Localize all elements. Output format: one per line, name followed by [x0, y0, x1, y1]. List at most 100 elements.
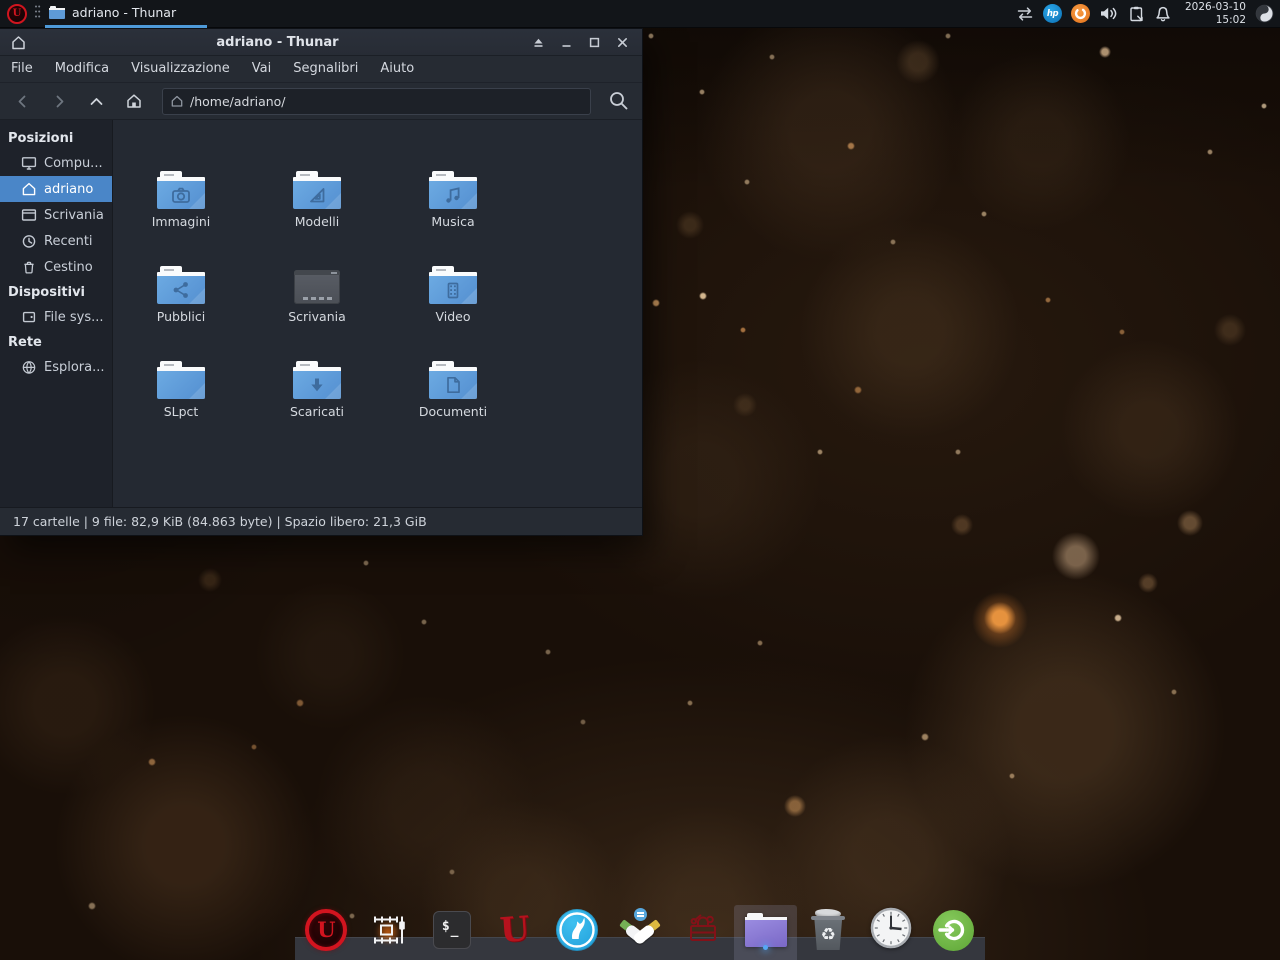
dock-item-handshake-app[interactable]: [609, 905, 672, 960]
sidebar-item-scrivania[interactable]: Scrivania: [0, 202, 112, 228]
panel-time: 15:02: [1185, 14, 1246, 26]
dock-item-launcher[interactable]: U: [295, 905, 358, 960]
menu-vai[interactable]: Vai: [241, 56, 282, 82]
distro-logo-letter: U: [13, 9, 22, 19]
swap-arrows-icon[interactable]: [1016, 6, 1034, 22]
folder-templates-icon: [293, 171, 341, 209]
sidebar-item-computer[interactable]: Compu...: [0, 150, 112, 176]
home-button[interactable]: [115, 87, 152, 116]
sidebar-header-network: Rete: [0, 330, 112, 354]
file-item-scrivania[interactable]: Scrivania: [257, 229, 377, 324]
distro-menu-button[interactable]: U: [7, 4, 27, 24]
dock-item-terminal[interactable]: $_: [420, 905, 483, 960]
update-notifier-icon[interactable]: [1071, 4, 1090, 23]
statusbar: 17 cartelle | 9 file: 82,9 KiB (84.863 b…: [0, 507, 642, 535]
dock-item-uget[interactable]: U: [483, 905, 546, 960]
file-item-musica[interactable]: Musica: [393, 134, 513, 229]
titlebar[interactable]: adriano - Thunar: [0, 29, 642, 56]
clipboard-manager-icon[interactable]: [1127, 5, 1145, 23]
back-button[interactable]: [4, 87, 41, 116]
taskbar-window-button[interactable]: adriano - Thunar: [45, 0, 207, 28]
file-item-documenti[interactable]: Documenti: [393, 324, 513, 419]
home-icon: [21, 181, 37, 197]
dock-item-panel-preferences[interactable]: [358, 905, 421, 960]
sidebar-item-adriano[interactable]: adriano: [0, 176, 112, 202]
file-manager-folder-icon: [745, 913, 787, 947]
path-home-icon: [170, 94, 184, 108]
sidebar-label: Compu...: [44, 156, 103, 171]
recent-clock-icon: [21, 233, 37, 249]
file-item-scaricati[interactable]: Scaricati: [257, 324, 377, 419]
share-emblem-icon: [157, 275, 205, 304]
close-button[interactable]: [608, 30, 636, 54]
launcher-letter: U: [317, 919, 335, 940]
path-input[interactable]: [190, 94, 583, 109]
sidebar-header-devices: Dispositivi: [0, 280, 112, 304]
panel-clock[interactable]: 2026-03-10 15:02: [1185, 1, 1246, 26]
terminal-prompt: $: [442, 919, 450, 934]
thunar-window: adriano - Thunar File Modifica Visualizz…: [0, 28, 643, 536]
taskbar-window-title: adriano - Thunar: [72, 5, 176, 20]
file-item-pubblici[interactable]: Pubblici: [121, 229, 241, 324]
menu-file[interactable]: File: [0, 56, 44, 82]
file-label: Musica: [431, 214, 474, 229]
analog-clock-icon: [869, 906, 913, 954]
dock-item-file-manager[interactable]: [734, 905, 797, 960]
document-emblem-icon: [429, 370, 477, 399]
search-button[interactable]: [600, 86, 638, 116]
menu-visualizzazione[interactable]: Visualizzazione: [120, 56, 241, 82]
maximize-button[interactable]: [580, 30, 608, 54]
sidebar-item-network[interactable]: Esplora...: [0, 354, 112, 380]
notifications-bell-icon[interactable]: [1154, 5, 1172, 23]
sidebar-item-cestino[interactable]: Cestino: [0, 254, 112, 280]
minimize-button[interactable]: [552, 30, 580, 54]
file-label: Pubblici: [157, 309, 205, 324]
dock-item-toolbox-app[interactable]: [671, 905, 734, 960]
dock: U $_: [295, 905, 985, 960]
system-tray: hp: [1016, 1, 1274, 26]
up-button[interactable]: [78, 87, 115, 116]
template-emblem-icon: [293, 180, 341, 209]
panel-handle-icon[interactable]: [34, 4, 41, 23]
path-bar[interactable]: [162, 88, 591, 115]
file-item-modelli[interactable]: Modelli: [257, 134, 377, 229]
recycle-glyph: ♻: [821, 927, 836, 944]
camera-emblem-icon: [157, 180, 205, 209]
file-item-video[interactable]: Video: [393, 229, 513, 324]
file-label: Modelli: [295, 214, 339, 229]
folder-public-icon: [157, 266, 205, 304]
file-item-immagini[interactable]: Immagini: [121, 134, 241, 229]
launcher-ring-icon: U: [305, 909, 347, 951]
menu-modifica[interactable]: Modifica: [44, 56, 120, 82]
volume-icon[interactable]: [1099, 5, 1118, 22]
file-label: Scaricati: [290, 404, 344, 419]
sidebar-item-recenti[interactable]: Recenti: [0, 228, 112, 254]
sidebar-label: Scrivania: [44, 208, 104, 223]
window-home-icon[interactable]: [10, 34, 27, 51]
menu-segnalibri[interactable]: Segnalibri: [282, 56, 369, 82]
forward-button[interactable]: [41, 87, 78, 116]
file-label: Documenti: [419, 404, 487, 419]
folder-downloads-icon: [293, 361, 341, 399]
sidebar-item-filesystem[interactable]: File sys...: [0, 304, 112, 330]
hp-tray-icon[interactable]: hp: [1043, 4, 1062, 23]
logout-power-icon: [933, 910, 974, 951]
folder-documents-icon: [429, 361, 477, 399]
ring-glyph: [1073, 6, 1088, 21]
handshake-badge: [634, 908, 647, 921]
dock-item-logout[interactable]: [922, 905, 985, 960]
file-label: Immagini: [152, 214, 211, 229]
hp-logo-text: hp: [1047, 9, 1058, 19]
dock-item-trash[interactable]: ♻: [797, 905, 860, 960]
top-panel: U adriano - Thunar hp: [0, 0, 1280, 28]
dock-item-librewolf[interactable]: [546, 905, 609, 960]
shade-button[interactable]: [524, 30, 552, 54]
sidebar-label: Recenti: [44, 234, 93, 249]
menu-aiuto[interactable]: Aiuto: [369, 56, 425, 82]
folder-pictures-icon: [157, 171, 205, 209]
yin-yang-icon[interactable]: [1255, 4, 1274, 23]
download-emblem-icon: [293, 370, 341, 399]
file-item-slpct[interactable]: SLpct: [121, 324, 241, 419]
dock-item-clock[interactable]: [860, 905, 923, 960]
sidebar-label: Esplora...: [44, 360, 105, 375]
